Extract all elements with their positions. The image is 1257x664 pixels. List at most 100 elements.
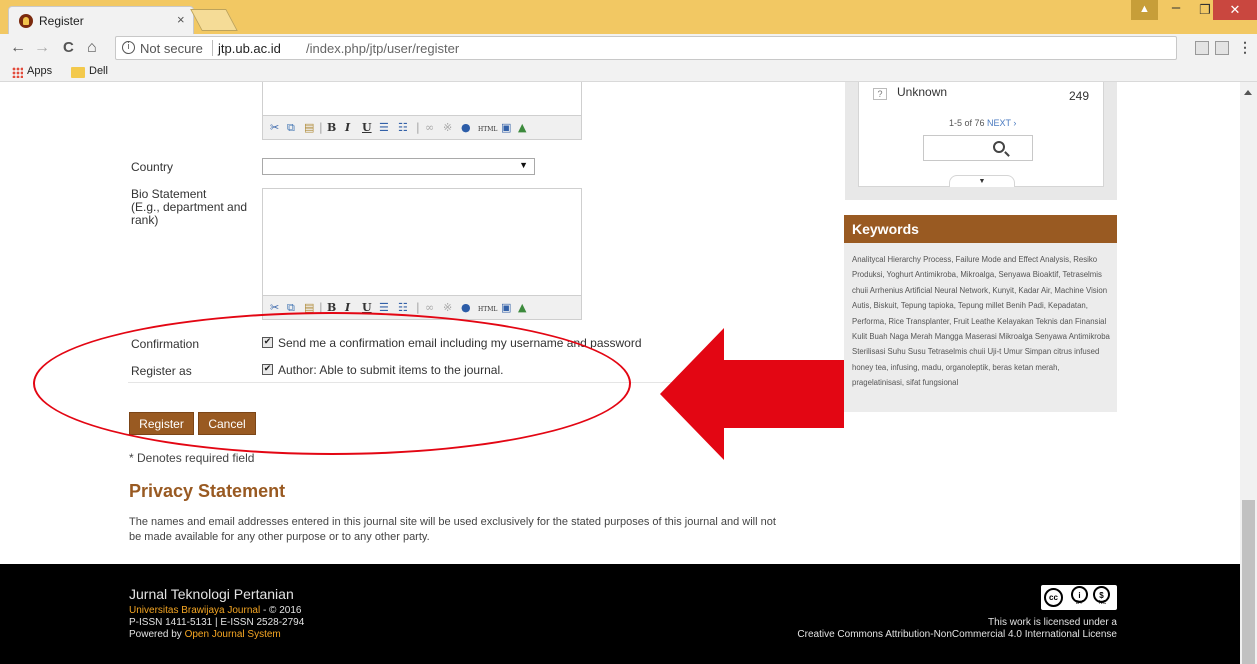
minimize-button[interactable]: –	[1163, 0, 1189, 20]
image-icon[interactable]: ▲	[518, 120, 526, 136]
scroll-up-icon[interactable]	[1244, 90, 1252, 95]
folder-icon	[71, 67, 85, 78]
confirmation-text: Send me a confirmation email including m…	[278, 336, 642, 350]
creative-commons-logo[interactable]: cc i $ BY NC	[1041, 585, 1117, 610]
divider	[128, 382, 841, 383]
back-icon[interactable]: ←	[10, 39, 26, 57]
home-icon[interactable]: ⌂	[87, 39, 97, 57]
confirmation-label: Confirmation	[131, 337, 200, 351]
sidebar-list: ? Unknown 249 1-5 of 76 NEXT › ▼	[858, 82, 1104, 187]
bullet-list-icon[interactable]: ☰	[379, 120, 389, 136]
bio-label-line2: (E.g., department and	[131, 200, 248, 214]
paste-icon[interactable]: ▤	[304, 300, 314, 316]
bullet-list-icon[interactable]: ☰	[379, 300, 389, 316]
license-link[interactable]: Creative Commons Attribution-NonCommerci…	[797, 629, 1117, 640]
bold-icon[interactable]: B	[327, 120, 336, 136]
bio-statement-textarea[interactable]	[262, 188, 582, 296]
browser-tab[interactable]: Register ×	[8, 6, 194, 34]
help-icon[interactable]: ●	[461, 300, 471, 316]
privacy-statement-title: Privacy Statement	[129, 481, 286, 501]
pager-range: 1-5 of 76	[949, 118, 985, 128]
forward-icon[interactable]: →	[34, 39, 50, 57]
unknown-count: 249	[1069, 89, 1090, 103]
expand-chevron-icon[interactable]: ▼	[949, 175, 1015, 187]
url-host: jtp.ub.ac.id	[218, 41, 281, 56]
pager-next-link[interactable]: NEXT ›	[987, 118, 1016, 128]
browser-menu-icon[interactable]: ⋮	[1238, 38, 1252, 56]
italic-icon[interactable]: I	[345, 120, 350, 136]
cc-by-label: BY	[1076, 600, 1083, 606]
link-icon[interactable]: ∞	[425, 120, 434, 136]
page-footer: Jurnal Teknologi Pertanian Universitas B…	[0, 564, 1240, 664]
unknown-label[interactable]: Unknown	[897, 85, 947, 99]
link-icon[interactable]: ∞	[425, 300, 434, 316]
favicon-icon	[19, 14, 33, 28]
register-as-label: Register as	[131, 364, 192, 378]
image-icon[interactable]: ▲	[518, 300, 526, 316]
url-path: /index.php/jtp/user/register	[306, 41, 460, 56]
search-icon[interactable]	[993, 141, 1005, 153]
html-icon[interactable]: HTML	[478, 302, 497, 318]
screenshot-root: Register × ▲ – ❐ ✕ ← → C ⌂ i Not secure …	[0, 0, 1257, 664]
footer-ojs-link[interactable]: Open Journal System	[185, 629, 281, 640]
confirmation-checkbox[interactable]: ✔	[262, 337, 273, 348]
scroll-thumb[interactable]	[1242, 500, 1255, 664]
privacy-statement-text: The names and email addresses entered in…	[129, 516, 776, 543]
unlink-icon[interactable]: ※	[443, 300, 452, 316]
footer-copyright: - © 2016	[260, 605, 302, 616]
apps-grid-icon[interactable]	[12, 67, 23, 78]
footer-university-link[interactable]: Universitas Brawijaya Journal	[129, 605, 260, 616]
numbered-list-icon[interactable]: ☷	[398, 300, 408, 316]
cc-icon: cc	[1044, 588, 1063, 607]
cut-icon[interactable]: ✂	[270, 120, 279, 136]
editor-toolbar-bio: ✂ ⧉ ▤ | B I U ☰ ☷ | ∞ ※ ● HTML ▣ ▲	[262, 296, 582, 320]
copy-icon[interactable]: ⧉	[287, 120, 295, 136]
bold-icon[interactable]: B	[327, 300, 336, 316]
cancel-button[interactable]: Cancel	[198, 412, 256, 435]
footer-powered-by: Powered by	[129, 629, 185, 640]
info-icon[interactable]: i	[122, 41, 135, 54]
not-secure-label: Not secure	[140, 41, 203, 56]
reload-icon[interactable]: C	[63, 39, 74, 57]
tab-close-icon[interactable]: ×	[177, 12, 185, 27]
country-select[interactable]: ▼	[262, 158, 535, 175]
country-label: Country	[131, 160, 174, 174]
sidebar-search-box[interactable]	[923, 135, 1033, 161]
url-separator	[212, 40, 213, 56]
fullscreen-icon[interactable]: ▣	[501, 300, 511, 316]
cut-icon[interactable]: ✂	[270, 300, 279, 316]
chevron-down-icon: ▼	[519, 160, 528, 170]
footer-journal-title: Jurnal Teknologi Pertanian	[129, 586, 294, 602]
underline-icon[interactable]: U	[362, 120, 372, 136]
pdf-extension-icon[interactable]	[1215, 41, 1229, 55]
page-scrollbar[interactable]	[1240, 82, 1257, 664]
register-as-text: Author: Able to submit items to the jour…	[278, 363, 504, 377]
unlink-icon[interactable]: ※	[443, 120, 452, 136]
keywords-cloud[interactable]: Analitycal Hierarchy Process, Failure Mo…	[844, 243, 1117, 412]
extension-icon[interactable]	[1195, 41, 1209, 55]
fullscreen-icon[interactable]: ▣	[501, 120, 511, 136]
footer-powered-line: Powered by Open Journal System	[129, 629, 281, 640]
paste-icon[interactable]: ▤	[304, 120, 314, 136]
bookmark-dell[interactable]: Dell	[89, 65, 108, 77]
new-tab-button[interactable]	[190, 9, 238, 31]
editor-toolbar-top: ✂ ⧉ ▤ | B I U ☰ ☷ | ∞ ※ ● HTML ▣ ▲	[262, 116, 582, 140]
footer-issn: P-ISSN 1411-5131 | E-ISSN 2528-2794	[129, 617, 305, 628]
bookmarks-bar: Apps Dell	[0, 62, 1257, 82]
close-window-button[interactable]: ✕	[1213, 0, 1257, 20]
address-bar[interactable]: i Not secure jtp.ub.ac.id /index.php/jtp…	[115, 36, 1177, 60]
register-button[interactable]: Register	[129, 412, 194, 435]
html-icon[interactable]: HTML	[478, 122, 497, 138]
license-text: This work is licensed under a	[988, 617, 1117, 628]
register-author-checkbox[interactable]: ✔	[262, 364, 273, 375]
bookmark-apps[interactable]: Apps	[27, 65, 52, 77]
numbered-list-icon[interactable]: ☷	[398, 120, 408, 136]
italic-icon[interactable]: I	[345, 300, 350, 316]
help-icon[interactable]: ●	[461, 120, 471, 136]
user-profile-icon[interactable]: ▲	[1131, 0, 1158, 20]
previous-text-area[interactable]	[262, 82, 582, 116]
question-icon: ?	[873, 88, 887, 100]
underline-icon[interactable]: U	[362, 300, 372, 316]
copy-icon[interactable]: ⧉	[287, 300, 295, 316]
sidebar-block: ? Unknown 249 1-5 of 76 NEXT › ▼	[845, 82, 1117, 200]
